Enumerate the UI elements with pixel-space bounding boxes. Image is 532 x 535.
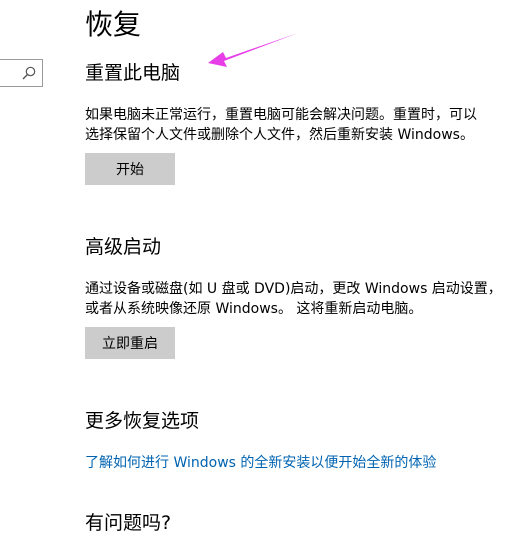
reset-description-line-1: 如果电脑未正常运行，重置电脑可能会解决问题。重置时，可以 xyxy=(85,107,477,123)
restart-now-button[interactable]: 立即重启 xyxy=(85,327,175,359)
search-input[interactable] xyxy=(0,59,43,87)
annotation-arrow-icon xyxy=(208,33,298,67)
reset-description-line-2: 选择保留个人文件或删除个人文件，然后重新安装 Windows。 xyxy=(85,127,474,143)
fresh-install-link[interactable]: 了解如何进行 Windows 的全新安装以便开始全新的体验 xyxy=(85,453,436,473)
have-a-question-title: 有问题吗? xyxy=(85,512,172,534)
advanced-startup-title: 高级启动 xyxy=(85,236,162,258)
get-started-button[interactable]: 开始 xyxy=(85,153,175,185)
more-recovery-options-title: 更多恢复选项 xyxy=(85,410,200,432)
advanced-description-line-2: 或者从系统映像还原 Windows。 这将重新启动电脑。 xyxy=(85,301,423,317)
advanced-description-line-1: 通过设备或磁盘(如 U 盘或 DVD)启动，更改 Windows 启动设置， xyxy=(85,281,502,297)
advanced-startup-description: 通过设备或磁盘(如 U 盘或 DVD)启动，更改 Windows 启动设置， 或… xyxy=(85,279,525,319)
recovery-settings-page: 恢复 重置此电脑 如果电脑未正常运行，重置电脑可能会解决问题。重置时，可以 选择… xyxy=(0,0,532,535)
search-icon xyxy=(22,66,36,80)
reset-description: 如果电脑未正常运行，重置电脑可能会解决问题。重置时，可以 选择保留个人文件或删除… xyxy=(85,105,525,145)
page-title: 恢复 xyxy=(85,8,142,41)
reset-section-title: 重置此电脑 xyxy=(85,62,181,84)
